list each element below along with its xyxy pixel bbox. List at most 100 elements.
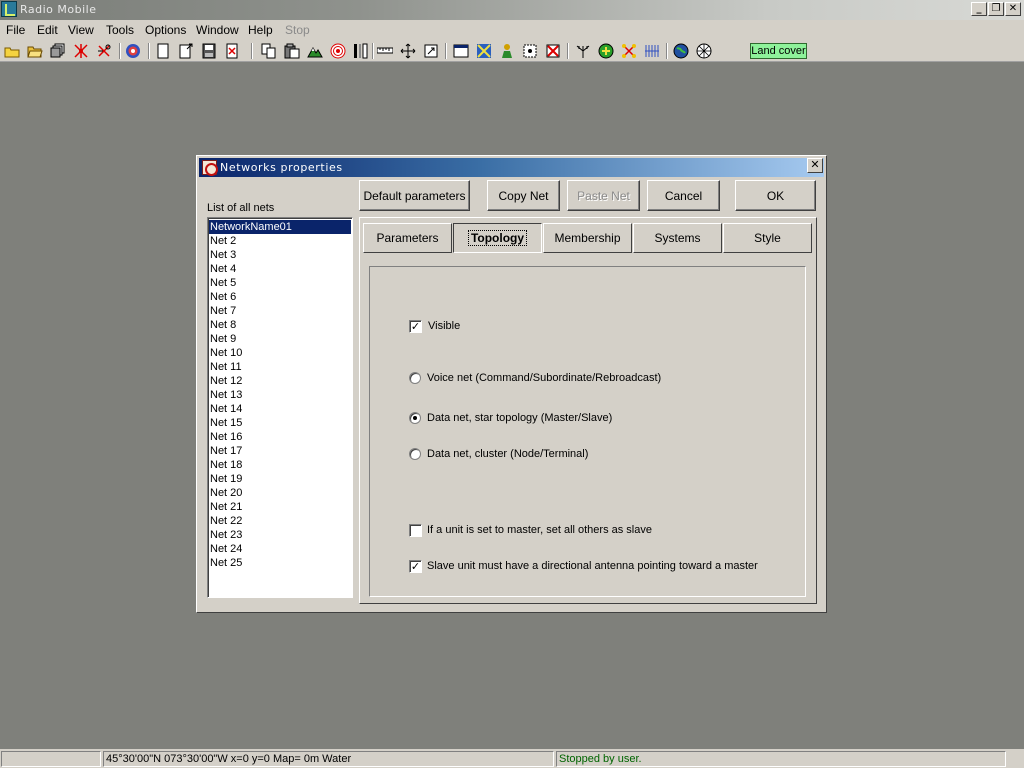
dialog-title: Networks properties [220,161,343,174]
tab-membership[interactable]: Membership [543,223,632,253]
copy-stack-icon[interactable] [50,43,66,59]
save-icon[interactable] [201,43,217,59]
window-icon[interactable] [453,43,469,59]
page-icon[interactable] [155,43,171,59]
app-title: Radio Mobile [20,3,97,16]
menu-window[interactable]: Window [196,23,239,37]
list-item[interactable]: Net 16 [209,430,351,444]
net-list[interactable]: NetworkName01 Net 2 Net 3 Net 4 Net 5 Net 6 Ne… [207,217,353,598]
dialog-close-button[interactable]: ✕ [807,158,823,173]
dialog-title-bar: Networks properties [199,158,824,177]
copy-net-button[interactable]: Copy Net [487,180,560,211]
map-icon[interactable] [476,43,492,59]
menu-bar: File Edit View Tools Options Window Help… [0,20,1024,40]
grid-globe-icon[interactable] [696,43,712,59]
voice-net-radio[interactable] [409,372,421,384]
ruler-icon[interactable] [377,43,393,59]
list-item[interactable]: Net 24 [209,542,351,556]
topology-panel [369,266,806,597]
target-icon[interactable] [330,43,346,59]
list-item[interactable]: Net 10 [209,346,351,360]
cluster-radio[interactable] [409,448,421,460]
crop-icon[interactable] [423,43,439,59]
list-item[interactable]: NetworkName01 [209,220,351,234]
toolbar [0,40,1024,62]
globe-icon[interactable] [673,43,689,59]
list-item[interactable]: Net 8 [209,318,351,332]
menu-options[interactable]: Options [145,23,186,37]
list-item[interactable]: Net 6 [209,290,351,304]
list-item[interactable]: Net 22 [209,514,351,528]
list-item[interactable]: Net 11 [209,360,351,374]
default-parameters-button[interactable]: Default parameters [359,180,470,211]
list-item[interactable]: Net 20 [209,486,351,500]
menu-view[interactable]: View [68,23,94,37]
radio-mobile-icon [1,1,17,17]
menu-tools[interactable]: Tools [106,23,134,37]
list-item[interactable]: Net 25 [209,556,351,570]
move-icon[interactable] [400,43,416,59]
menu-stop[interactable]: Stop [285,23,310,37]
paste-icon[interactable] [284,43,300,59]
list-item[interactable]: Net 15 [209,416,351,430]
cancel-button[interactable]: Cancel [647,180,720,211]
terrain-icon[interactable] [307,43,323,59]
tab-parameters[interactable]: Parameters [363,223,452,253]
list-item[interactable]: Net 9 [209,332,351,346]
network-properties-icon [202,160,218,176]
open-folder-icon[interactable] [27,43,43,59]
antenna-icon[interactable] [575,43,591,59]
list-item[interactable]: Net 7 [209,304,351,318]
directional-antenna-checkbox[interactable]: ✓ [409,560,422,573]
minimize-button[interactable]: _ [971,2,987,16]
radar-icon[interactable] [125,43,141,59]
paste-net-button[interactable]: Paste Net [567,180,640,211]
list-item[interactable]: Net 13 [209,388,351,402]
status-message: Stopped by user. [556,751,1006,767]
list-item[interactable]: Net 21 [209,500,351,514]
hatch-icon[interactable] [644,43,660,59]
tab-systems[interactable]: Systems [633,223,722,253]
green-circle-icon[interactable] [598,43,614,59]
menu-edit[interactable]: Edit [37,23,58,37]
list-item[interactable]: Net 4 [209,262,351,276]
delete-frame-icon[interactable] [545,43,561,59]
list-item[interactable]: Net 18 [209,458,351,472]
bar-icon[interactable] [353,43,369,59]
ok-button[interactable]: OK [735,180,816,211]
status-cell-empty [1,751,101,767]
visible-label: Visible [428,320,461,332]
restore-button[interactable]: ❐ [988,2,1004,16]
list-item[interactable]: Net 23 [209,528,351,542]
list-item[interactable]: Net 12 [209,374,351,388]
person-icon[interactable] [499,43,515,59]
menu-help[interactable]: Help [248,23,273,37]
list-item[interactable]: Net 5 [209,276,351,290]
cluster-label: Data net, cluster (Node/Terminal) [427,448,589,460]
status-bar: 45°30'00"N 073°30'00"W x=0 y=0 Map= 0m W… [0,749,1024,768]
tools-network-icon[interactable] [96,43,112,59]
tab-style[interactable]: Style [723,223,812,253]
list-item[interactable]: Net 3 [209,248,351,262]
new-folder-icon[interactable] [4,43,20,59]
list-item[interactable]: Net 14 [209,402,351,416]
star-topology-radio[interactable] [409,412,421,424]
copy-icon[interactable] [261,43,277,59]
visible-checkbox[interactable]: ✓ [409,320,422,333]
list-item[interactable]: Net 19 [209,472,351,486]
close-button[interactable]: ✕ [1005,2,1021,16]
star-topology-label: Data net, star topology (Master/Slave) [427,412,613,424]
menu-file[interactable]: File [6,23,25,37]
toolbar-separator [148,43,150,59]
land-cover-button[interactable]: Land cover [750,43,807,59]
app-title-bar: Radio Mobile _ ❐ ✕ [0,0,1024,20]
close-page-icon[interactable] [224,43,240,59]
list-item[interactable]: Net 2 [209,234,351,248]
frame-icon[interactable] [522,43,538,59]
cluster-icon[interactable] [621,43,637,59]
list-item[interactable]: Net 17 [209,444,351,458]
page-arrow-icon[interactable] [178,43,194,59]
tab-topology[interactable]: Topology [453,223,542,253]
master-slave-checkbox[interactable] [409,524,422,537]
network-icon[interactable] [73,43,89,59]
